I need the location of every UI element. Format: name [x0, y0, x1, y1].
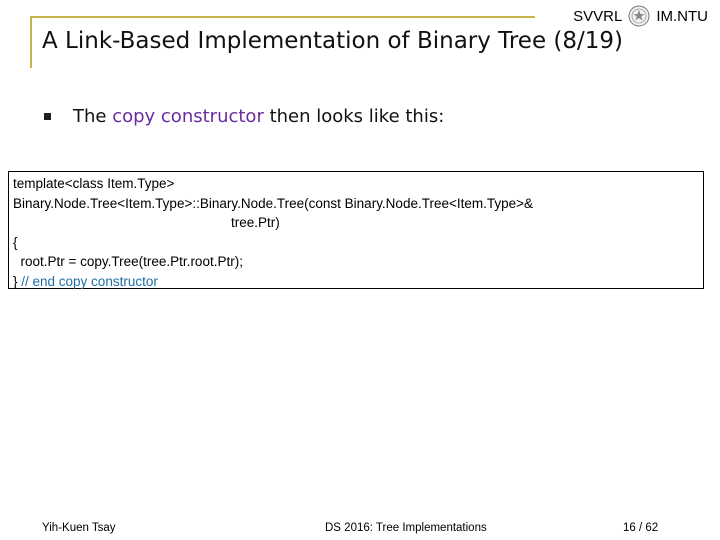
code-comment: // end copy constructor [21, 273, 158, 289]
header-right-org: IM.NTU [656, 7, 708, 25]
university-seal-icon [628, 5, 650, 27]
code-template-param: Item.Type> [103, 176, 175, 191]
code-block: template<class Item.Type> Binary.Node.Tr… [8, 171, 704, 289]
frame-left-line [30, 16, 32, 68]
bullet-item: The copy constructor then looks like thi… [42, 106, 444, 127]
code-line-5: root.Ptr = copy.Tree(tree.Ptr.root.Ptr); [13, 254, 243, 270]
code-keyword-const: const [308, 195, 341, 211]
code-line-1: template<class Item.Type> [13, 174, 699, 194]
frame-top-line [30, 16, 535, 18]
slide: SVVRL IM.NTU A Link-Based Implementation… [0, 0, 720, 540]
bullet-prefix: The [73, 106, 113, 127]
code-line-2: Binary.Node.Tree<Item.Type>::Binary.Node… [13, 194, 699, 214]
code-signature-param: Binary.Node.Tree<Item.Type>& [340, 195, 534, 211]
slide-title: A Link-Based Implementation of Binary Tr… [42, 28, 624, 54]
bullet-highlight: copy constructor [112, 106, 264, 127]
code-keyword-class: class [72, 176, 104, 191]
code-lt: < [64, 176, 73, 191]
header-branding: SVVRL IM.NTU [573, 4, 708, 28]
header-left-org: SVVRL [573, 7, 623, 25]
code-line-6: } // end copy constructor [13, 272, 699, 292]
code-line-3: tree.Ptr) [231, 215, 280, 231]
code-line-4: { [13, 234, 18, 250]
footer-page-number: 16 / 62 [623, 522, 659, 534]
footer-author: Yih-Kuen Tsay [42, 522, 116, 534]
bullet-square-icon [44, 113, 51, 120]
code-keyword-template: template [13, 176, 65, 191]
bullet-text: The copy constructor then looks like thi… [73, 106, 444, 127]
footer-course: DS 2016: Tree Implementations [325, 522, 487, 534]
code-signature-start: Binary.Node.Tree<Item.Type>::Binary.Node… [13, 195, 309, 211]
bullet-suffix: then looks like this: [263, 106, 445, 127]
